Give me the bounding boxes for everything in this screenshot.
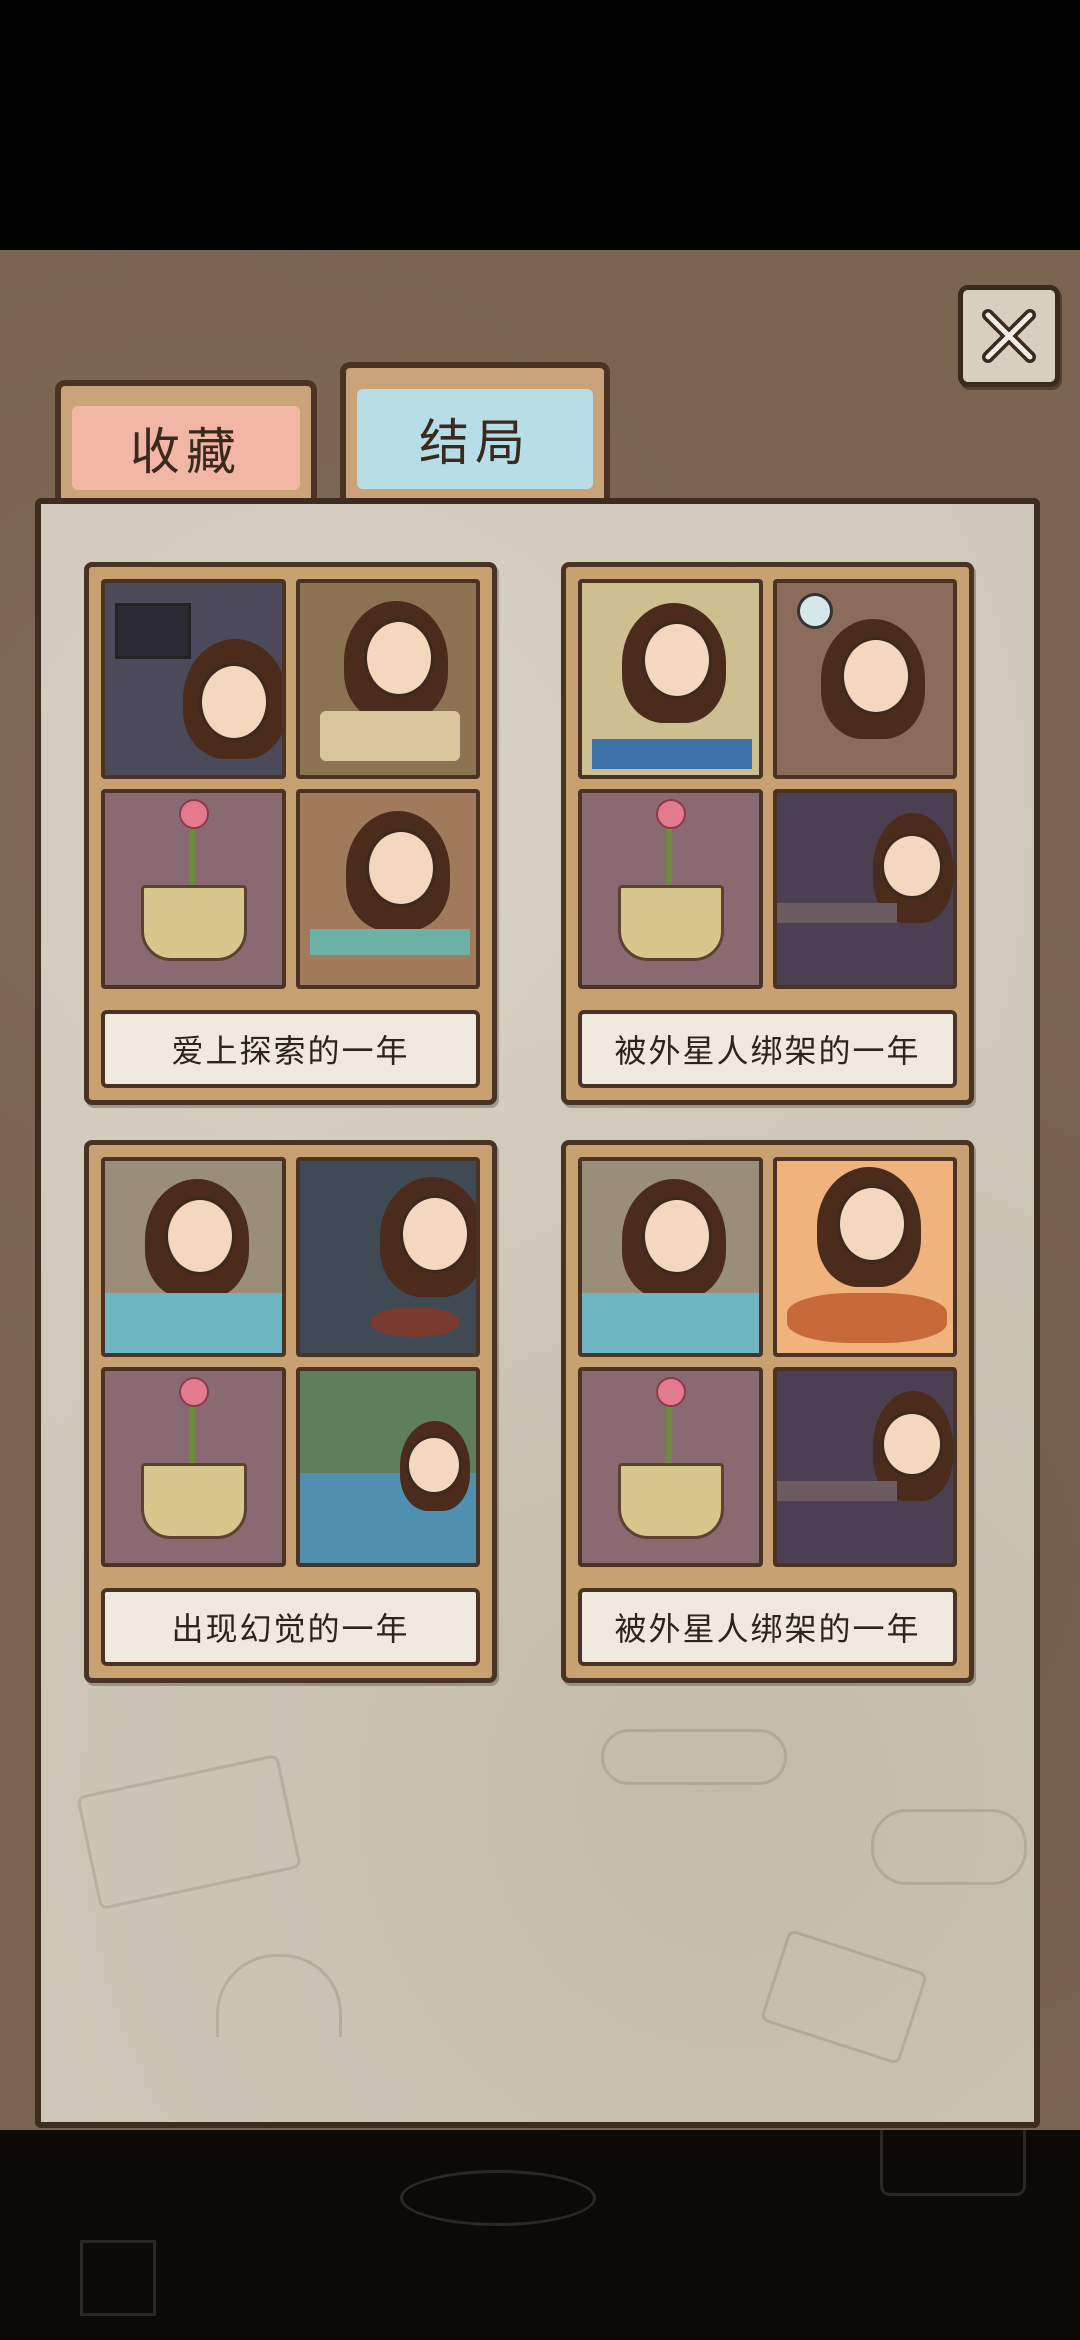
tile-flower-pot bbox=[578, 789, 763, 989]
ending-card-1-images bbox=[101, 579, 480, 989]
notebook-doodle bbox=[759, 1928, 929, 2066]
game-screen: 收藏 结局 爱上探索的一年 被外星人绑架的一年 出现幻觉的一年 被外星人绑架的一… bbox=[0, 0, 1080, 2340]
tab-collection[interactable]: 收藏 bbox=[55, 380, 317, 498]
ending-card-1[interactable]: 爱上探索的一年 bbox=[84, 562, 497, 1105]
tile-girl-at-bar bbox=[772, 789, 957, 989]
close-x-icon bbox=[982, 309, 1036, 363]
ending-card-4-images bbox=[578, 1157, 957, 1567]
ending-card-2[interactable]: 被外星人绑架的一年 bbox=[561, 562, 974, 1105]
tile-girl-with-plants bbox=[295, 789, 480, 989]
ending-card-3[interactable]: 出现幻觉的一年 bbox=[84, 1140, 497, 1683]
ending-card-2-images bbox=[578, 579, 957, 989]
tab-ending-label: 结局 bbox=[357, 389, 593, 489]
tile-girl-at-bar bbox=[772, 1367, 957, 1567]
tile-flower-pot bbox=[101, 1367, 286, 1567]
ending-card-2-caption: 被外星人绑架的一年 bbox=[578, 1010, 957, 1088]
tile-girl-eating bbox=[578, 1157, 763, 1357]
tile-girl-feast bbox=[772, 1157, 957, 1357]
top-letterbox bbox=[0, 0, 1080, 250]
tile-girl-eating bbox=[101, 1157, 286, 1357]
glasses-doodle bbox=[601, 1729, 787, 1785]
gamepad-doodle bbox=[871, 1809, 1027, 1885]
ending-card-3-caption: 出现幻觉的一年 bbox=[101, 1588, 480, 1666]
ending-card-4-caption: 被外星人绑架的一年 bbox=[578, 1588, 957, 1666]
tile-girl-confused bbox=[772, 579, 957, 779]
ending-card-1-caption: 爱上探索的一年 bbox=[101, 1010, 480, 1088]
tile-girl-at-computer bbox=[101, 579, 286, 779]
tile-girl-gaming bbox=[295, 1157, 480, 1357]
bottom-letterbox bbox=[0, 2130, 1080, 2340]
tile-flower-pot bbox=[578, 1367, 763, 1567]
tab-ending[interactable]: 结局 bbox=[340, 362, 610, 498]
tab-collection-label: 收藏 bbox=[72, 406, 300, 490]
ending-card-3-images bbox=[101, 1157, 480, 1567]
book-doodle bbox=[76, 1753, 302, 1911]
close-button[interactable] bbox=[958, 285, 1060, 387]
tile-girl-meditating bbox=[295, 579, 480, 779]
tile-girl-fishing bbox=[295, 1367, 480, 1567]
tile-flower-pot bbox=[101, 789, 286, 989]
tile-girl-yoga bbox=[578, 579, 763, 779]
magnet-doodle bbox=[216, 1954, 342, 2037]
ending-card-4[interactable]: 被外星人绑架的一年 bbox=[561, 1140, 974, 1683]
